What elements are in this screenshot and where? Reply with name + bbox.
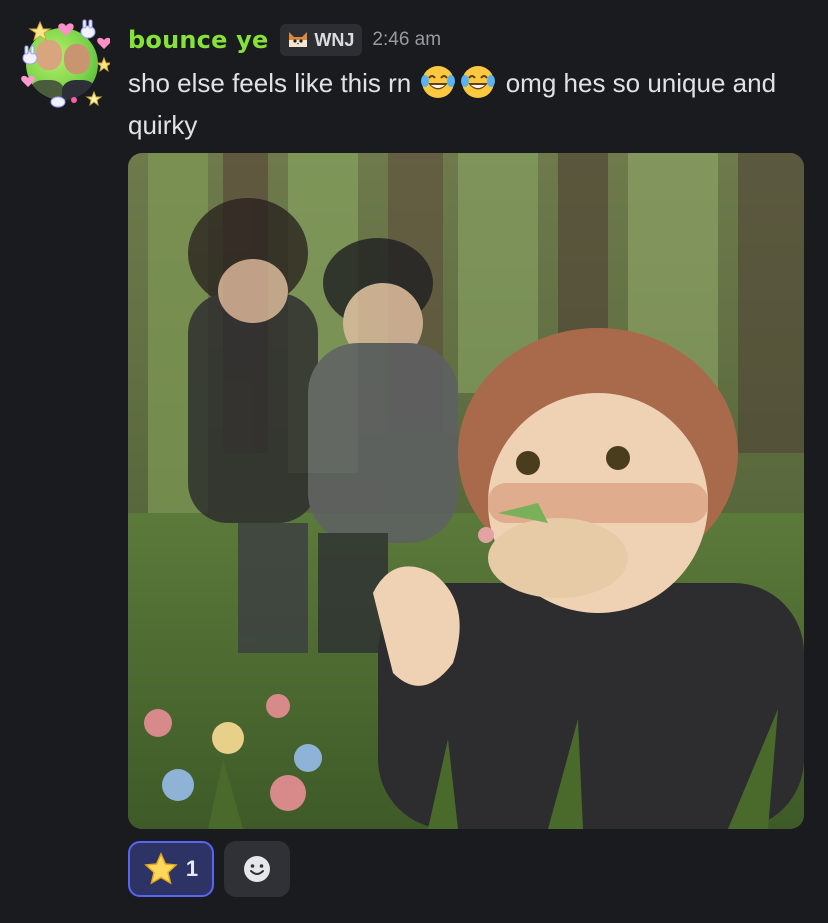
- avatar[interactable]: [18, 18, 110, 110]
- joy-emoji-icon[interactable]: [419, 63, 457, 101]
- smiley-add-icon: [244, 856, 270, 882]
- cat-icon: [289, 32, 308, 47]
- username[interactable]: bounce ye: [128, 26, 268, 54]
- star-emoji-icon: [144, 852, 178, 885]
- reactions-bar: 1: [128, 841, 290, 897]
- timestamp[interactable]: 2:46 am: [372, 29, 441, 51]
- avatar-decoration: [21, 19, 110, 108]
- add-reaction-button[interactable]: [224, 841, 290, 897]
- chat-message: bounce ye WNJ 2:46 am sho else feels lik…: [0, 0, 828, 923]
- reaction-star[interactable]: 1: [128, 841, 214, 897]
- message-header: bounce ye WNJ 2:46 am: [128, 22, 441, 58]
- message-text-before: sho else feels like this rn: [128, 68, 412, 98]
- server-tag-label: WNJ: [314, 29, 355, 50]
- reaction-count: 1: [185, 856, 199, 881]
- joy-emoji-icon[interactable]: [459, 63, 497, 101]
- server-tag[interactable]: WNJ: [280, 24, 363, 56]
- message-content: sho else feels like this rn omg hes so u…: [128, 62, 818, 146]
- image-attachment[interactable]: [128, 153, 804, 829]
- illustration-image: [128, 153, 804, 829]
